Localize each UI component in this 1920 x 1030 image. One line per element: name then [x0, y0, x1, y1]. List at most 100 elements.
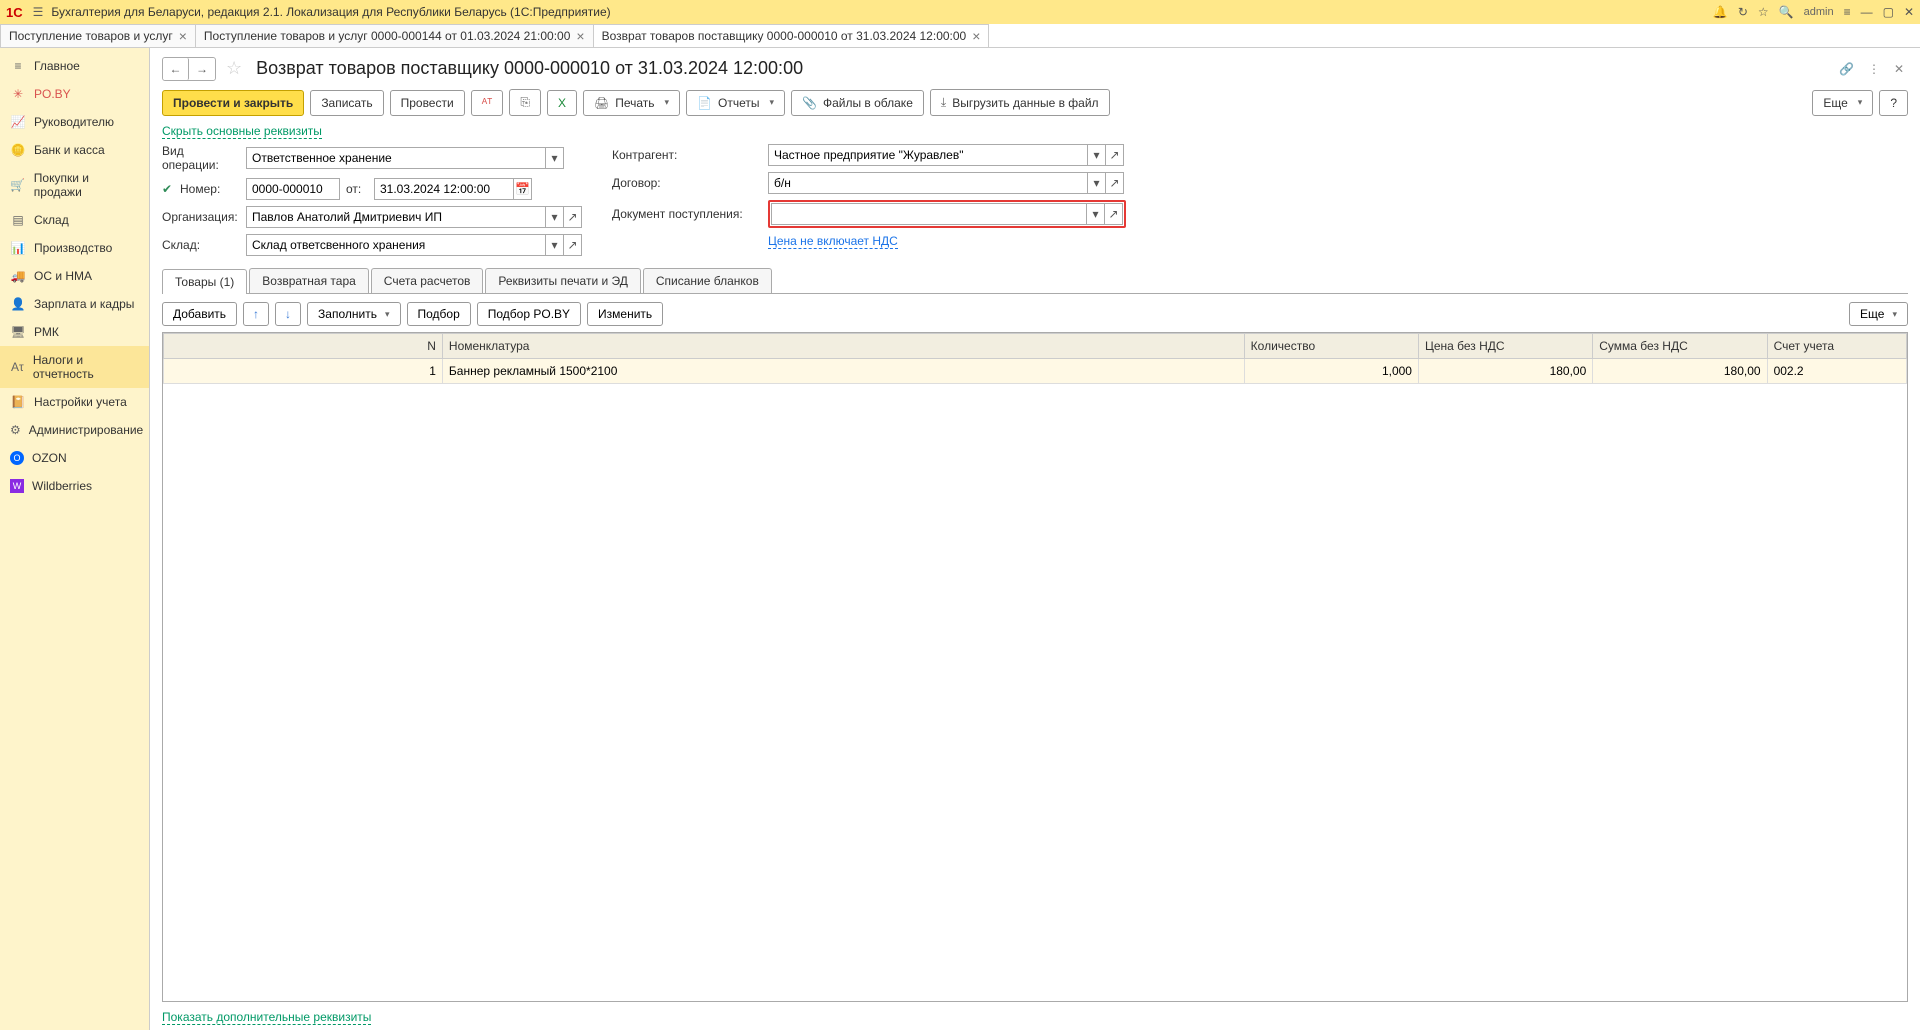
cell-n[interactable]: 1: [164, 359, 443, 384]
bell-icon[interactable]: 🔔: [1713, 5, 1728, 19]
col-n[interactable]: N: [164, 334, 443, 359]
create-based-button[interactable]: ⎘: [509, 89, 541, 116]
sidebar-item-settings[interactable]: 📔Настройки учета: [0, 388, 149, 416]
excel-button[interactable]: X: [547, 90, 577, 116]
link-icon[interactable]: 🔗: [1835, 58, 1858, 80]
sidebar-item-taxes[interactable]: АτНалоги и отчетность: [0, 346, 149, 388]
date-field[interactable]: [374, 178, 514, 200]
close-icon[interactable]: ×: [179, 28, 187, 44]
dropdown-icon[interactable]: ▾: [1087, 203, 1105, 225]
move-up-button[interactable]: ↑: [243, 302, 269, 326]
sidebar-item-pos[interactable]: 🖥РМК: [0, 318, 149, 346]
show-additional-link[interactable]: Показать дополнительные реквизиты: [162, 1010, 371, 1025]
export-file-button[interactable]: ⤓Выгрузить данные в файл: [930, 89, 1110, 116]
settings-icon[interactable]: ≡: [1844, 5, 1851, 19]
minimize-icon[interactable]: —: [1861, 5, 1873, 19]
cloud-files-button[interactable]: 📎Файлы в облаке: [791, 90, 924, 116]
main-menu-icon[interactable]: ☰: [33, 5, 44, 19]
back-button[interactable]: ←: [163, 58, 189, 80]
sidebar-item-sales[interactable]: 🛒Покупки и продажи: [0, 164, 149, 206]
sidebar-item-warehouse[interactable]: ▤Склад: [0, 206, 149, 234]
tab-receipt-doc[interactable]: Поступление товаров и услуг 0000-000144 …: [195, 24, 594, 47]
contract-field[interactable]: [768, 172, 1088, 194]
contract-label: Договор:: [612, 176, 762, 190]
receipt-doc-field[interactable]: [771, 203, 1087, 225]
tab-accounts[interactable]: Счета расчетов: [371, 268, 484, 293]
col-sum[interactable]: Сумма без НДС: [1593, 334, 1767, 359]
pick-poby-button[interactable]: Подбор PO.BY: [477, 302, 581, 326]
open-ref-icon[interactable]: ↗: [1106, 172, 1124, 194]
dropdown-icon[interactable]: ▾: [546, 206, 564, 228]
org-field[interactable]: [246, 206, 546, 228]
calendar-icon[interactable]: 📅: [514, 178, 532, 200]
open-ref-icon[interactable]: ↗: [1105, 203, 1123, 225]
vat-mode-link[interactable]: Цена не включает НДС: [768, 234, 898, 249]
add-row-button[interactable]: Добавить: [162, 302, 237, 326]
hide-main-requisites-link[interactable]: Скрыть основные реквизиты: [162, 124, 322, 139]
sidebar-item-ozon[interactable]: OOZON: [0, 444, 149, 472]
sidebar-item-production[interactable]: 📊Производство: [0, 234, 149, 262]
sidebar-item-bank[interactable]: 🪙Банк и касса: [0, 136, 149, 164]
open-ref-icon[interactable]: ↗: [564, 206, 582, 228]
help-button[interactable]: ?: [1879, 90, 1908, 116]
pick-button[interactable]: Подбор: [407, 302, 471, 326]
sidebar-item-wildberries[interactable]: WWildberries: [0, 472, 149, 500]
history-icon[interactable]: ↻: [1738, 5, 1748, 19]
user-label[interactable]: admin: [1804, 6, 1834, 18]
tab-return-doc[interactable]: Возврат товаров поставщику 0000-000010 о…: [593, 24, 990, 47]
cell-price[interactable]: 180,00: [1418, 359, 1592, 384]
edit-row-button[interactable]: Изменить: [587, 302, 663, 326]
col-nomenclature[interactable]: Номенклатура: [442, 334, 1244, 359]
cell-nomenclature[interactable]: Баннер рекламный 1500*2100: [442, 359, 1244, 384]
open-ref-icon[interactable]: ↗: [1106, 144, 1124, 166]
dropdown-icon[interactable]: ▾: [1088, 144, 1106, 166]
open-ref-icon[interactable]: ↗: [564, 234, 582, 256]
sidebar-item-hr[interactable]: 👤Зарплата и кадры: [0, 290, 149, 318]
warehouse-field[interactable]: [246, 234, 546, 256]
post-button[interactable]: Провести: [390, 90, 465, 116]
forward-button[interactable]: →: [189, 58, 215, 80]
tab-blanks[interactable]: Списание бланков: [643, 268, 772, 293]
table-row[interactable]: 1 Баннер рекламный 1500*2100 1,000 180,0…: [164, 359, 1907, 384]
col-qty[interactable]: Количество: [1244, 334, 1418, 359]
reports-button[interactable]: 📄Отчеты: [686, 90, 785, 116]
tab-returnable[interactable]: Возвратная тара: [249, 268, 369, 293]
dropdown-icon[interactable]: ▾: [546, 234, 564, 256]
col-account[interactable]: Счет учета: [1767, 334, 1906, 359]
op-type-field[interactable]: [246, 147, 546, 169]
post-and-close-button[interactable]: Провести и закрыть: [162, 90, 304, 116]
sidebar-item-poby[interactable]: ✳PO.BY: [0, 80, 149, 108]
search-icon[interactable]: 🔍: [1779, 5, 1794, 19]
favorite-star-icon[interactable]: ☆: [222, 54, 246, 83]
move-down-button[interactable]: ↓: [275, 302, 301, 326]
sidebar-item-admin[interactable]: ⚙Администрирование: [0, 416, 149, 444]
number-field[interactable]: [246, 178, 340, 200]
tab-receipt-list[interactable]: Поступление товаров и услуг ×: [0, 24, 196, 47]
close-form-icon[interactable]: ✕: [1890, 58, 1908, 80]
close-icon[interactable]: ×: [972, 28, 980, 44]
fill-button[interactable]: Заполнить: [307, 302, 400, 326]
more-menu-icon[interactable]: ⋮: [1864, 58, 1884, 80]
close-icon[interactable]: ×: [576, 28, 584, 44]
cell-account[interactable]: 002.2: [1767, 359, 1906, 384]
dropdown-icon[interactable]: ▾: [546, 147, 564, 169]
sidebar-item-main[interactable]: ≡Главное: [0, 52, 149, 80]
cell-sum[interactable]: 180,00: [1593, 359, 1767, 384]
cell-qty[interactable]: 1,000: [1244, 359, 1418, 384]
partner-field[interactable]: [768, 144, 1088, 166]
tab-label: Поступление товаров и услуг 0000-000144 …: [204, 29, 570, 43]
print-button[interactable]: 🖨Печать: [583, 90, 680, 116]
tab-print-ed[interactable]: Реквизиты печати и ЭД: [485, 268, 641, 293]
table-more-button[interactable]: Еще: [1849, 302, 1908, 326]
sidebar-item-assets[interactable]: 🚚ОС и НМА: [0, 262, 149, 290]
maximize-icon[interactable]: ▢: [1883, 5, 1894, 19]
more-actions-button[interactable]: Еще: [1812, 90, 1873, 116]
dropdown-icon[interactable]: ▾: [1088, 172, 1106, 194]
sidebar-item-manager[interactable]: 📈Руководителю: [0, 108, 149, 136]
col-price[interactable]: Цена без НДС: [1418, 334, 1592, 359]
tab-goods[interactable]: Товары (1): [162, 269, 247, 294]
star-icon[interactable]: ☆: [1758, 5, 1769, 19]
close-app-icon[interactable]: ✕: [1904, 5, 1914, 19]
save-button[interactable]: Записать: [310, 90, 383, 116]
debit-credit-button[interactable]: ᴬᵀ: [471, 90, 504, 116]
